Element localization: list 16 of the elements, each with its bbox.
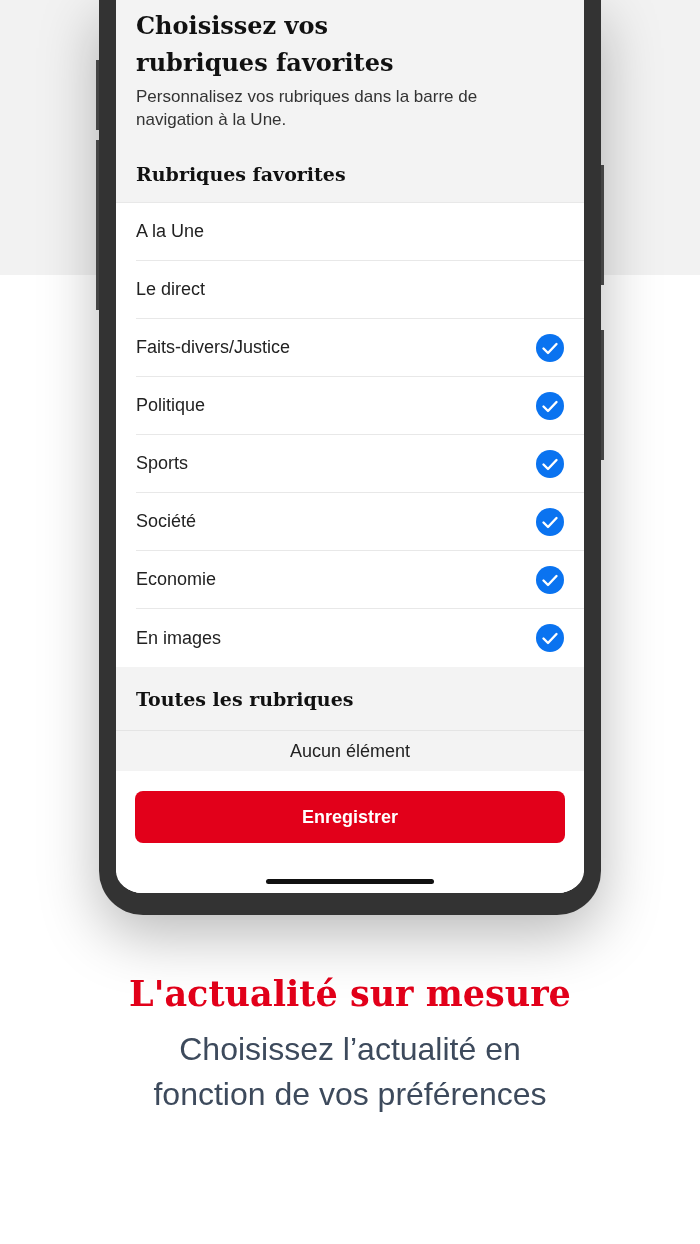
screen-title: Choisissez vos rubriques favorites (136, 10, 395, 79)
section-title: Rubriques favorites (136, 162, 346, 185)
tagline-title: L'actualité sur mesure (129, 972, 571, 1016)
list-item[interactable]: En images (136, 609, 584, 667)
list-item[interactable]: A la Une (136, 203, 584, 261)
list-item[interactable]: Le direct (136, 261, 584, 319)
tagline-subtitle: Choisissez l’actualité en fonction de vos préférences (152, 1030, 548, 1114)
list-item[interactable]: Sports (136, 435, 584, 493)
list-item[interactable]: Société (136, 493, 584, 551)
list-item[interactable]: Faits-divers/Justice (136, 319, 584, 377)
screen-subtitle: Personnalisez vos rubriques dans la barre de navigation à la Une. (136, 86, 479, 131)
list-item[interactable]: Economie (136, 551, 584, 609)
section-title: Toutes les rubriques (136, 687, 354, 710)
save-button[interactable]: Enregistrer (135, 791, 565, 843)
list-item[interactable]: Politique (136, 377, 584, 435)
empty-message: Aucun élément (289, 740, 411, 762)
